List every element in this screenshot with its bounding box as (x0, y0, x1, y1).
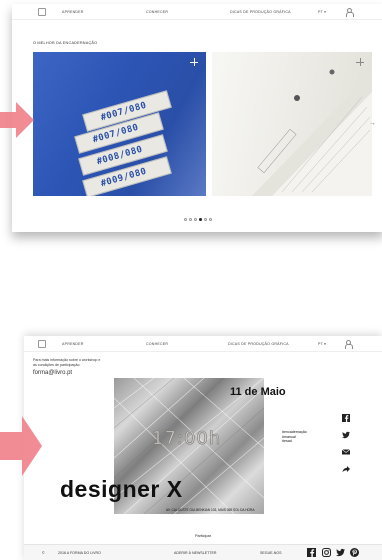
slider-dot[interactable] (189, 218, 192, 221)
logo-icon[interactable] (38, 340, 46, 348)
newsletter-link[interactable]: ADERIR À NEWSLETTER (174, 551, 217, 555)
nav-conhecer[interactable]: CONHECER (146, 342, 168, 346)
pinterest-icon[interactable] (350, 548, 359, 557)
slider-dot[interactable] (209, 218, 212, 221)
event-title: designer X (60, 476, 183, 502)
slider-dots (12, 218, 382, 221)
user-icon[interactable] (344, 340, 353, 349)
participate-button[interactable]: Participar (24, 534, 382, 538)
nav-dicas[interactable]: DICAS DE PRODUÇÃO GRÁFICA (230, 10, 291, 14)
event-address: AV. CALOUSTE GULBENKIAN 103, MAIS 058 SO… (166, 508, 255, 512)
top-nav: APRENDER CONHECER DICAS DE PRODUÇÃO GRÁF… (24, 336, 382, 352)
event-time: 17:00h (152, 428, 222, 450)
facebook-icon[interactable] (307, 548, 316, 557)
slide-image-binding[interactable]: #007/080 #007/080 #008/080 #009/080 (33, 52, 206, 196)
paper-illustration (252, 69, 372, 196)
footer-brand: 2016 A FORMA DO LIVRO (58, 551, 101, 555)
slider-dot[interactable] (204, 218, 207, 221)
zoom-icon[interactable] (190, 58, 198, 66)
nav-aprender[interactable]: APRENDER (62, 10, 84, 14)
twitter-icon[interactable] (336, 548, 345, 557)
share-bar (342, 414, 354, 482)
email-icon[interactable] (342, 448, 350, 456)
event-date: 11 de Maio (230, 386, 286, 398)
info-text: Para mais informação sobre o workshop e … (33, 358, 101, 367)
nav-aprender[interactable]: APRENDER (62, 342, 84, 346)
slide-image-paper[interactable] (212, 52, 372, 196)
event-poster: 11 de Maio 17:00h #encadernação #manual … (60, 377, 307, 518)
slider-dot-active[interactable] (199, 218, 202, 221)
next-arrow-icon[interactable]: → (369, 120, 376, 127)
logo-icon[interactable] (38, 8, 46, 16)
slider-dot[interactable] (184, 218, 187, 221)
user-icon[interactable] (345, 8, 354, 17)
nav-dicas[interactable]: DICAS DE PRODUÇÃO GRÁFICA (228, 342, 289, 346)
slider-dot[interactable] (194, 218, 197, 221)
contact-email[interactable]: forma@livro.pt (33, 370, 72, 376)
event-card: APRENDER CONHECER DICAS DE PRODUÇÃO GRÁF… (24, 336, 382, 560)
follow-label: SEGUE-NOS (260, 551, 282, 555)
event-tags: #encadernação #manual #esad (282, 430, 307, 444)
share-icon[interactable] (342, 465, 350, 473)
slider-card: APRENDER CONHECER DICAS DE PRODUÇÃO GRÁF… (12, 4, 382, 232)
instagram-icon[interactable] (322, 548, 331, 557)
twitter-icon[interactable] (342, 431, 350, 439)
zoom-icon[interactable] (356, 58, 364, 66)
language-select[interactable]: PT ▾ (318, 10, 326, 14)
section-title: O MELHOR DA ENCADERNAÇÃO (33, 41, 98, 45)
copyright-symbol: © (42, 551, 45, 555)
nav-conhecer[interactable]: CONHECER (146, 10, 168, 14)
language-select[interactable]: PT ▾ (318, 342, 326, 346)
top-nav: APRENDER CONHECER DICAS DE PRODUÇÃO GRÁF… (12, 4, 382, 20)
footer: © 2016 A FORMA DO LIVRO ADERIR À NEWSLET… (24, 544, 382, 560)
facebook-icon[interactable] (342, 414, 350, 422)
